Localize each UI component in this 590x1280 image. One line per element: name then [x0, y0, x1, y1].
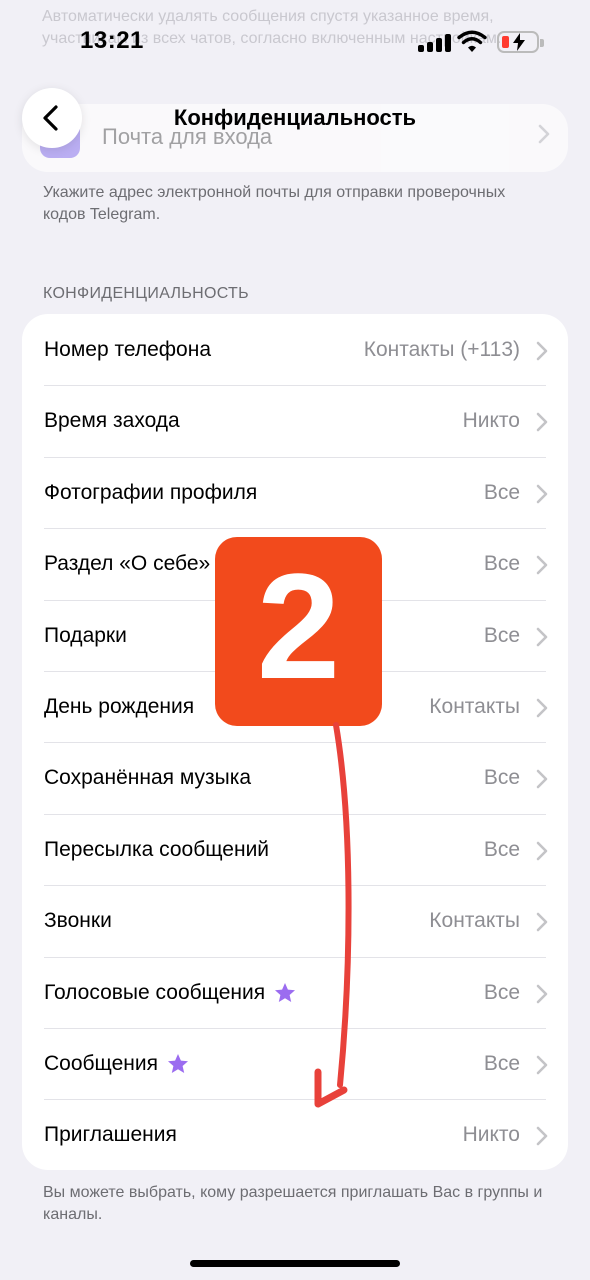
- annotation-arrow: [314, 722, 352, 1108]
- home-indicator: [190, 1260, 400, 1267]
